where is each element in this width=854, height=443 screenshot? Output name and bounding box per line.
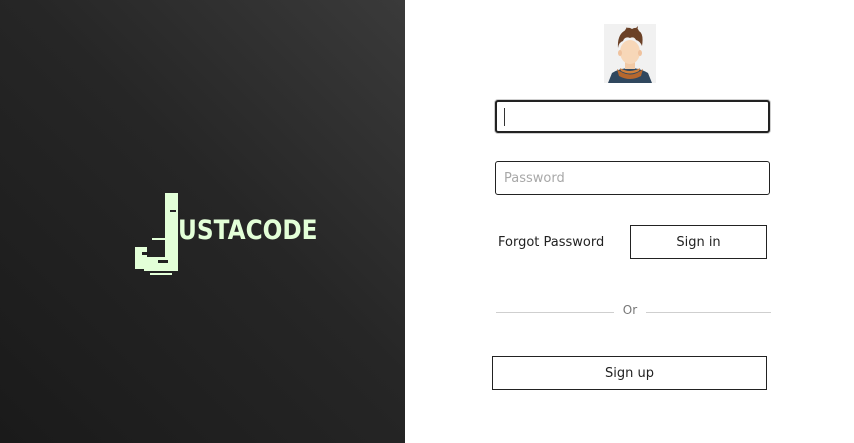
user-avatar-icon	[604, 24, 656, 83]
sign-in-button[interactable]: Sign in	[630, 225, 767, 259]
justacode-logo: USTACODE	[130, 190, 320, 280]
text-caret	[504, 108, 505, 126]
brand-panel: USTACODE	[0, 0, 405, 443]
password-input[interactable]	[495, 161, 770, 195]
logo-text: USTACODE	[178, 215, 318, 246]
username-input[interactable]	[495, 100, 770, 133]
login-page: USTACODE Forgot Password Sign in Or Sign…	[0, 0, 854, 443]
divider-line-right	[646, 312, 771, 313]
divider-or-label: Or	[622, 303, 638, 317]
divider-line-left	[496, 312, 614, 313]
sign-up-button[interactable]: Sign up	[492, 356, 767, 390]
avatar	[604, 24, 656, 83]
forgot-password-link[interactable]: Forgot Password	[498, 235, 604, 250]
login-panel: Forgot Password Sign in Or Sign up	[405, 0, 854, 443]
